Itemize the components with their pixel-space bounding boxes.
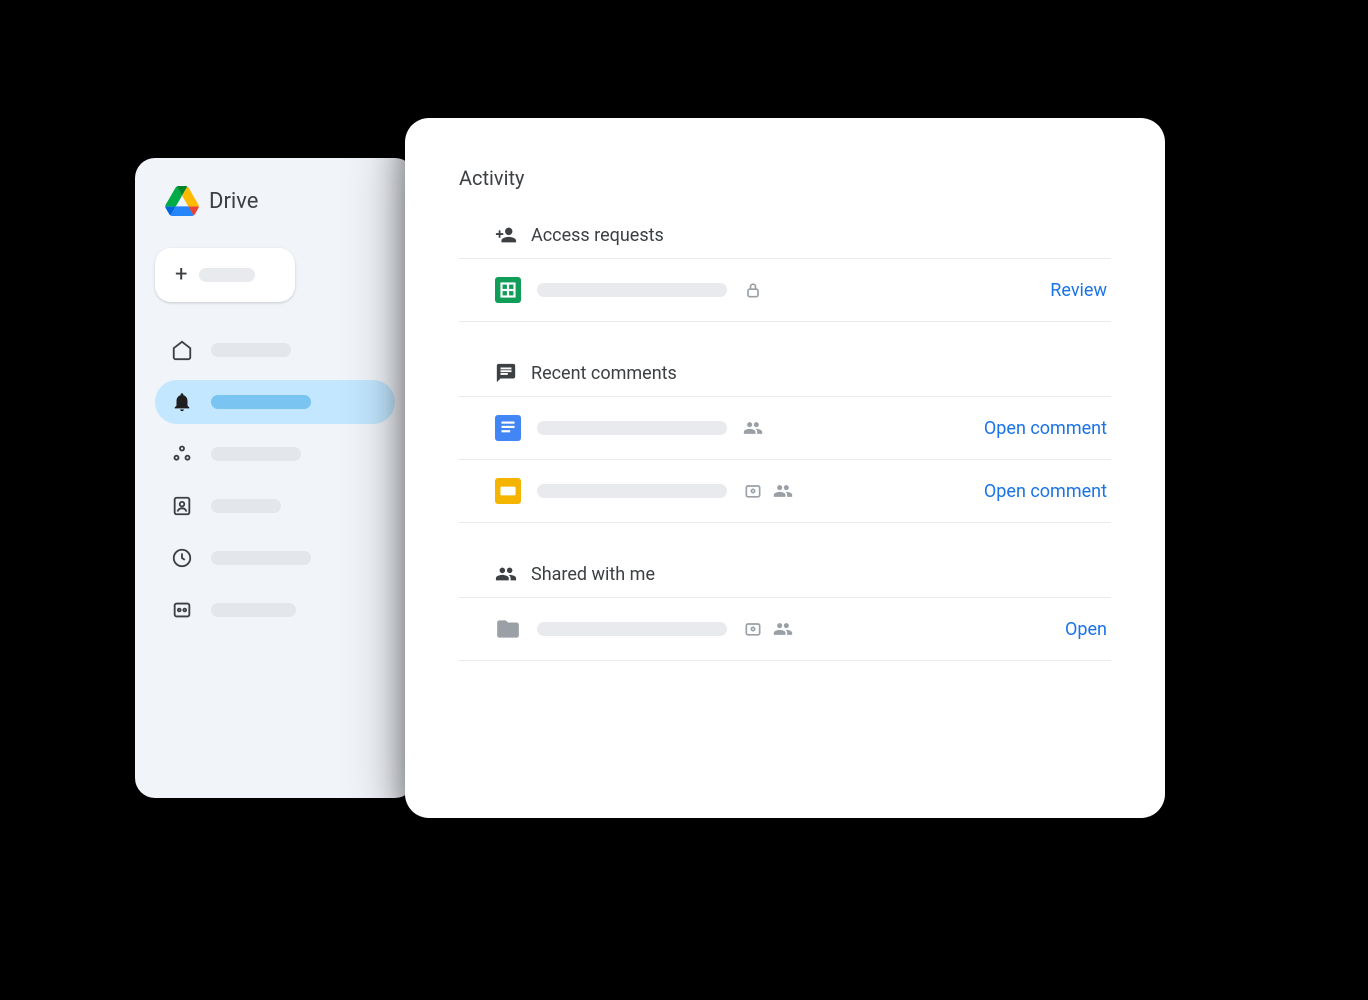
section-shared-with-me: Shared with me Open (459, 563, 1111, 661)
sidebar-item-drive[interactable] (155, 588, 395, 632)
sidebar-header: Drive (155, 186, 395, 216)
nav-label-placeholder (211, 343, 291, 357)
open-comment-link[interactable]: Open comment (984, 481, 1111, 502)
open-comment-link[interactable]: Open comment (984, 418, 1111, 439)
new-button-label-placeholder (199, 268, 255, 282)
drive-title: Drive (209, 189, 258, 214)
clock-icon (171, 547, 193, 569)
new-button[interactable]: + (155, 248, 295, 302)
home-icon (171, 339, 193, 361)
nav-label-placeholder (211, 499, 281, 513)
plus-icon: + (175, 264, 187, 286)
activity-panel: Activity Access requests Review Re (405, 118, 1165, 818)
bell-icon (171, 391, 193, 413)
sidebar-item-activity[interactable] (155, 380, 395, 424)
drive-logo-icon (165, 186, 199, 216)
nav-label-placeholder (211, 603, 296, 617)
comment-icon (495, 362, 517, 384)
people-icon (495, 563, 517, 585)
group-icon (773, 619, 793, 639)
file-name-placeholder (537, 421, 727, 435)
section-title: Recent comments (531, 363, 677, 384)
badge-icon (743, 481, 763, 501)
activity-title: Activity (459, 166, 1111, 190)
folder-icon (495, 616, 521, 642)
row-meta-icons (743, 280, 763, 300)
section-title: Shared with me (531, 564, 655, 585)
open-link[interactable]: Open (1065, 619, 1111, 640)
sheets-icon (495, 277, 521, 303)
file-name-placeholder (537, 622, 727, 636)
section-access-requests: Access requests Review (459, 224, 1111, 322)
nav-label-placeholder (211, 447, 301, 461)
group-icon (773, 481, 793, 501)
slides-icon (495, 478, 521, 504)
activity-row[interactable]: Open (459, 598, 1111, 661)
person-add-icon (495, 224, 517, 246)
section-recent-comments: Recent comments Open comment Open comme (459, 362, 1111, 523)
drive-nav-icon (171, 599, 193, 621)
file-name-placeholder (537, 484, 727, 498)
lock-icon (743, 280, 763, 300)
nav-label-placeholder (211, 551, 311, 565)
activity-row[interactable]: Review (459, 259, 1111, 322)
file-name-placeholder (537, 283, 727, 297)
sidebar-item-contacts[interactable] (155, 484, 395, 528)
group-icon (743, 418, 763, 438)
row-meta-icons (743, 418, 763, 438)
section-header: Recent comments (459, 362, 1111, 397)
contact-icon (171, 495, 193, 517)
badge-icon (743, 619, 763, 639)
sidebar-item-home[interactable] (155, 328, 395, 372)
nav-label-placeholder (211, 395, 311, 409)
shared-icon (171, 443, 193, 465)
row-meta-icons (743, 481, 793, 501)
section-title: Access requests (531, 225, 664, 246)
drive-sidebar: Drive + (135, 158, 415, 798)
sidebar-item-shared[interactable] (155, 432, 395, 476)
sidebar-nav (155, 328, 395, 632)
sidebar-item-recent[interactable] (155, 536, 395, 580)
review-link[interactable]: Review (1050, 280, 1111, 301)
section-header: Shared with me (459, 563, 1111, 598)
activity-row[interactable]: Open comment (459, 460, 1111, 523)
row-meta-icons (743, 619, 793, 639)
docs-icon (495, 415, 521, 441)
section-header: Access requests (459, 224, 1111, 259)
activity-row[interactable]: Open comment (459, 397, 1111, 460)
